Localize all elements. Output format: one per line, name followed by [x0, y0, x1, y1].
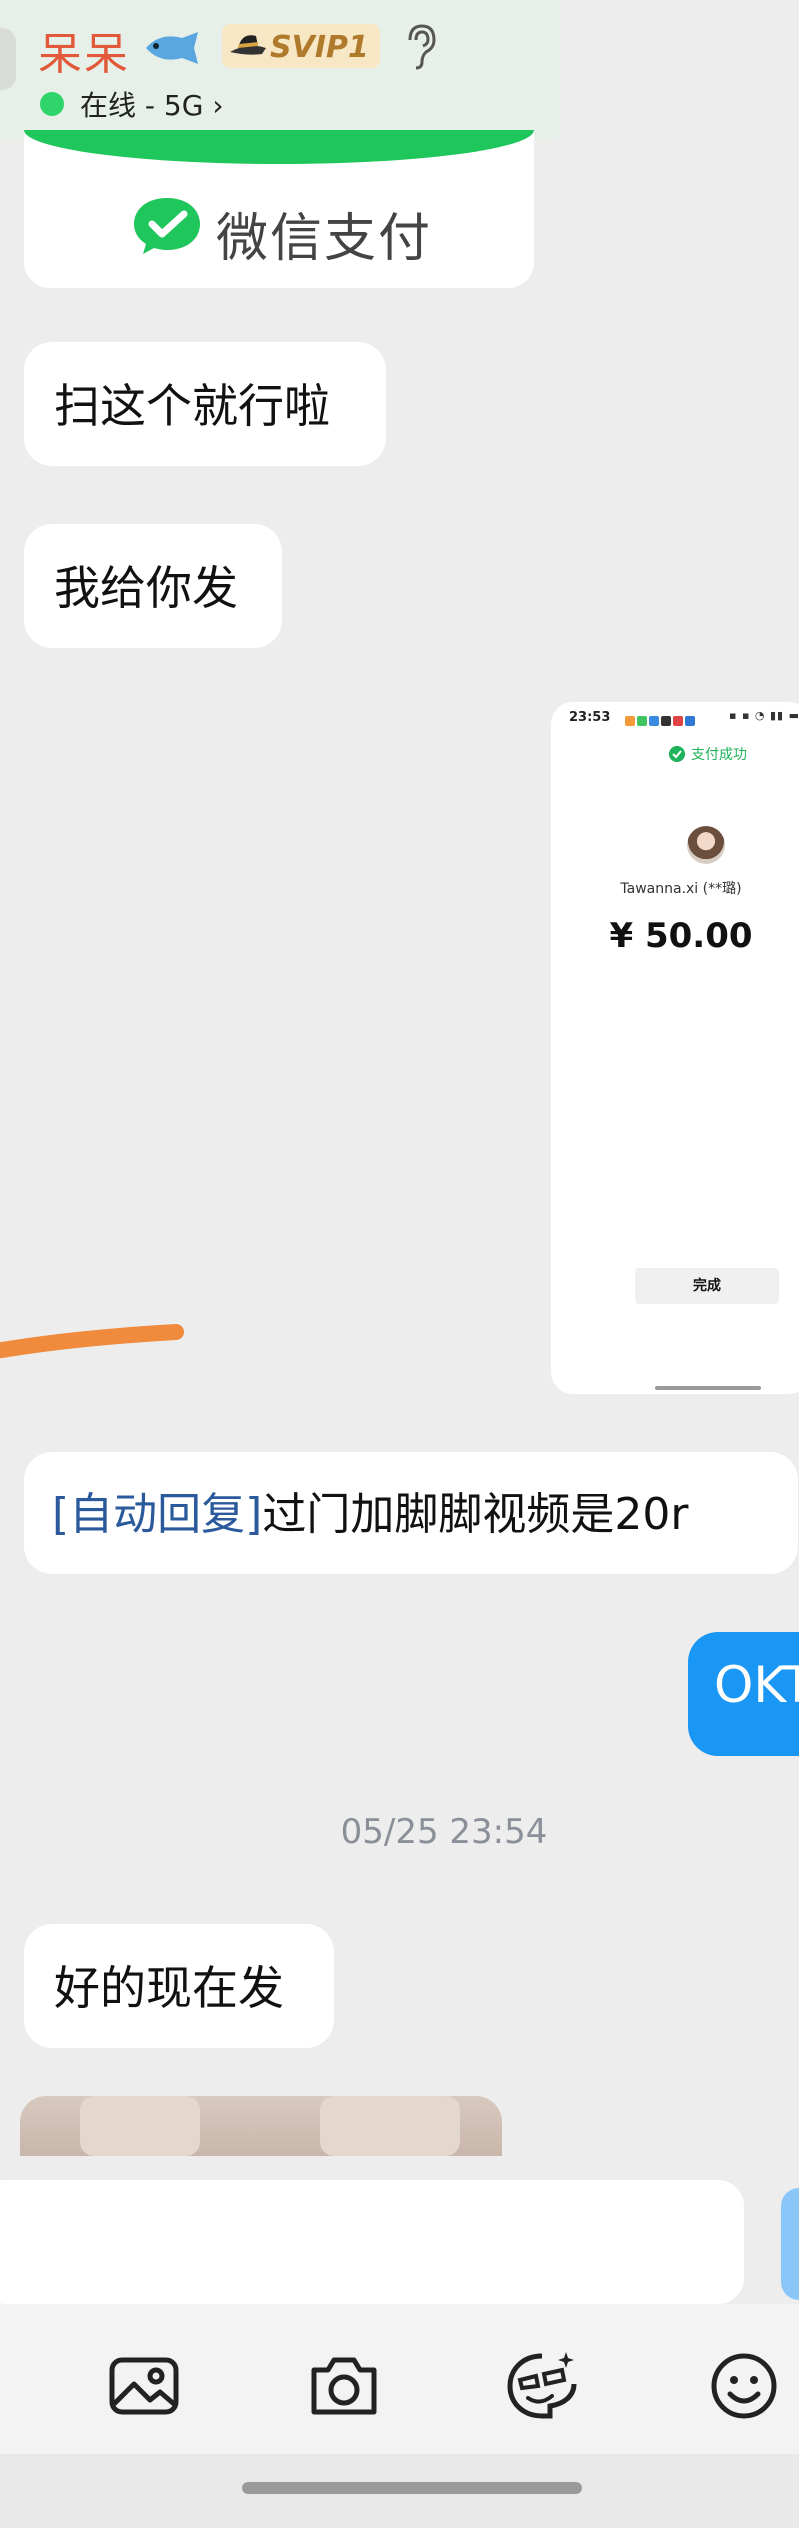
message-bubble[interactable]: 扫这个就行啦 — [24, 342, 386, 466]
sticker-button[interactable] — [502, 2346, 582, 2426]
payee-name: Tawanna.xi (**璐) — [620, 881, 742, 897]
back-avatar[interactable] — [0, 28, 16, 90]
svip-badge[interactable]: SVIP1 — [222, 24, 380, 68]
payment-amount: ¥ 50.00 — [609, 916, 753, 956]
fish-emoji-icon — [146, 32, 198, 64]
auto-reply-text: 过门加脚脚视频是20r — [262, 1489, 689, 1540]
auto-reply-bubble[interactable]: [自动回复]过门加脚脚视频是20r — [24, 1452, 798, 1574]
notification-icons — [625, 711, 697, 730]
home-indicator[interactable] — [242, 2482, 582, 2494]
message-input[interactable] — [0, 2180, 744, 2304]
chevron-right-icon: › — [212, 89, 224, 122]
bottom-toolbar — [0, 2304, 799, 2454]
hat-icon — [230, 35, 266, 55]
payee-avatar — [687, 826, 725, 864]
system-status-icons: ▪ ▪ ◔ ▮▮ ▬ — [729, 709, 799, 722]
message-timestamp: 05/25 23:54 — [340, 1812, 548, 1852]
online-status[interactable]: 在线 - 5G › — [80, 84, 224, 124]
emoji-icon — [711, 2353, 777, 2419]
wechat-pay-icon — [134, 198, 200, 254]
send-button[interactable] — [781, 2188, 799, 2300]
message-bubble[interactable]: 好的现在发 — [24, 1924, 334, 2048]
message-bubble[interactable]: 我给你发 — [24, 524, 282, 648]
chat-header: 呆呆 SVIP1 在线 - 5G › — [0, 0, 560, 140]
emoji-button[interactable] — [704, 2346, 784, 2426]
photo-content — [320, 2096, 460, 2156]
success-check-icon — [669, 746, 685, 762]
status-label: 在线 - 5G — [80, 89, 204, 122]
camera-icon — [311, 2357, 377, 2415]
sticker-icon — [507, 2352, 577, 2419]
wechat-pay-card[interactable]: 微信支付 — [24, 130, 534, 288]
contact-name[interactable]: 呆呆 — [38, 18, 130, 82]
pay-card-banner — [24, 130, 534, 164]
screenshot-home-indicator — [655, 1386, 761, 1390]
photo-message[interactable] — [20, 2096, 502, 2156]
image-icon — [109, 2357, 179, 2415]
my-message-bubble[interactable]: OKT — [688, 1632, 799, 1756]
pay-card-label: 微信支付 — [216, 209, 433, 269]
status-dot-icon — [40, 92, 64, 116]
input-area — [0, 2158, 799, 2304]
photo-content — [80, 2096, 200, 2156]
system-home-bar — [0, 2454, 799, 2528]
payment-screenshot-image[interactable]: 23:53 ▪ ▪ ◔ ▮▮ ▬ 支付成功 Tawanna.xi (**璐) ¥… — [551, 702, 799, 1394]
payment-success-title: 支付成功 — [691, 747, 747, 763]
done-button: 完成 — [635, 1268, 779, 1304]
auto-reply-tag: [自动回复] — [52, 1489, 263, 1540]
vip-label: SVIP1 — [270, 30, 369, 65]
ear-icon[interactable] — [402, 22, 438, 72]
orange-annotation-stroke — [0, 1324, 184, 1359]
image-button[interactable] — [104, 2346, 184, 2426]
screenshot-time: 23:53 — [569, 710, 611, 725]
camera-button[interactable] — [304, 2346, 384, 2426]
